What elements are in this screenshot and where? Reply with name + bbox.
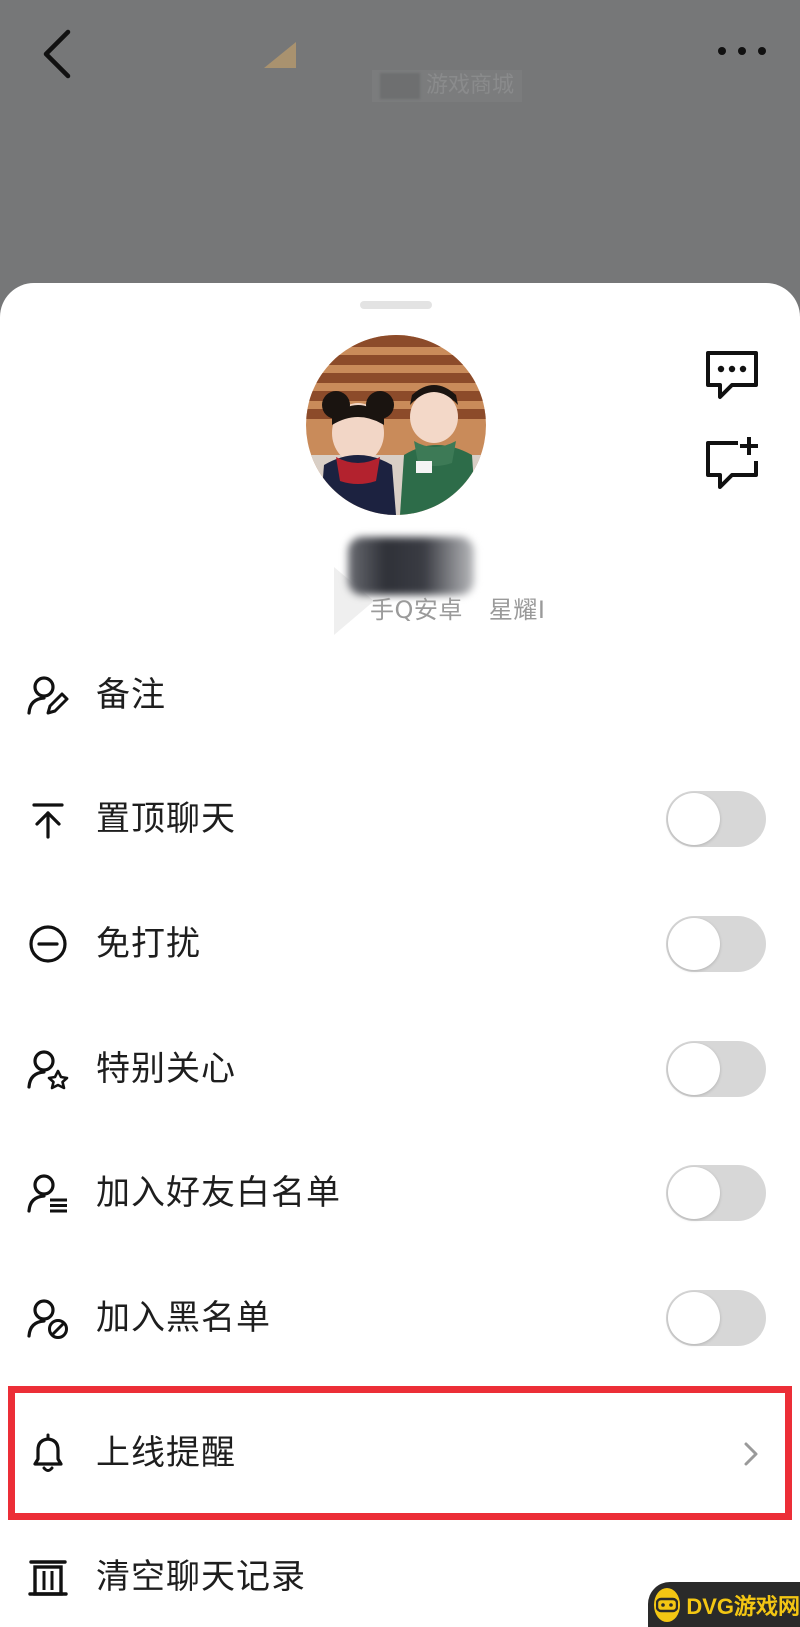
setting-label: 置顶聊天 <box>96 799 236 839</box>
more-horizontal-icon[interactable] <box>714 36 770 66</box>
dimmed-header: 游戏商城 <box>0 0 800 290</box>
setting-label: 免打扰 <box>96 924 201 964</box>
setting-label: 加入黑名单 <box>96 1298 271 1338</box>
rank-label: 星耀I <box>488 596 546 624</box>
highlight-box <box>8 1386 792 1520</box>
pin-chat-toggle[interactable] <box>666 791 766 847</box>
setting-row-whitelist: 加入好友白名单 <box>0 1138 800 1248</box>
watermark-text: DVG游戏网 <box>686 1593 800 1619</box>
blurred-logo-icon <box>264 42 296 68</box>
user-list-icon <box>27 1174 67 1213</box>
toggle-knob <box>668 1043 720 1095</box>
chevron-left-icon[interactable] <box>34 26 78 82</box>
whitelist-toggle[interactable] <box>666 1165 766 1221</box>
sheet-drag-handle[interactable] <box>360 301 432 309</box>
blurred-nickname <box>348 537 474 595</box>
platform-label: 手Q安卓 <box>370 596 463 624</box>
user-block-icon <box>27 1299 68 1339</box>
setting-label: 特别关心 <box>96 1049 236 1089</box>
toggle-knob <box>668 1167 720 1219</box>
chat-bubble-icon[interactable] <box>702 345 762 405</box>
special-care-toggle[interactable] <box>666 1041 766 1097</box>
site-watermark: DVG游戏网 <box>648 1582 800 1627</box>
chat-add-icon[interactable] <box>702 433 762 493</box>
setting-label: 加入好友白名单 <box>96 1173 341 1213</box>
setting-row-pin-chat: 置顶聊天 <box>0 764 800 874</box>
toggle-knob <box>668 793 720 845</box>
setting-row-special-care: 特别关心 <box>0 1014 800 1124</box>
user-edit-icon <box>27 676 69 715</box>
profile-meta: 手Q安卓 星耀I <box>370 590 571 625</box>
blacklist-toggle[interactable] <box>666 1290 766 1346</box>
setting-label: 备注 <box>96 675 166 715</box>
setting-label: 清空聊天记录 <box>96 1557 306 1597</box>
gamepad-icon <box>654 1587 681 1622</box>
user-star-icon <box>27 1050 69 1090</box>
setting-row-do-not-disturb: 免打扰 <box>0 889 800 999</box>
minus-circle-icon <box>29 925 67 963</box>
toggle-knob <box>668 1292 720 1344</box>
header-subtitle: 游戏商城 <box>372 70 523 102</box>
setting-row-blacklist: 加入黑名单 <box>0 1263 800 1373</box>
pin-top-icon <box>32 803 64 839</box>
do-not-disturb-toggle[interactable] <box>666 916 766 972</box>
toggle-knob <box>668 918 720 970</box>
avatar[interactable] <box>306 335 486 515</box>
setting-row-remark[interactable]: 备注 <box>0 640 800 750</box>
trash-icon <box>28 1560 68 1596</box>
